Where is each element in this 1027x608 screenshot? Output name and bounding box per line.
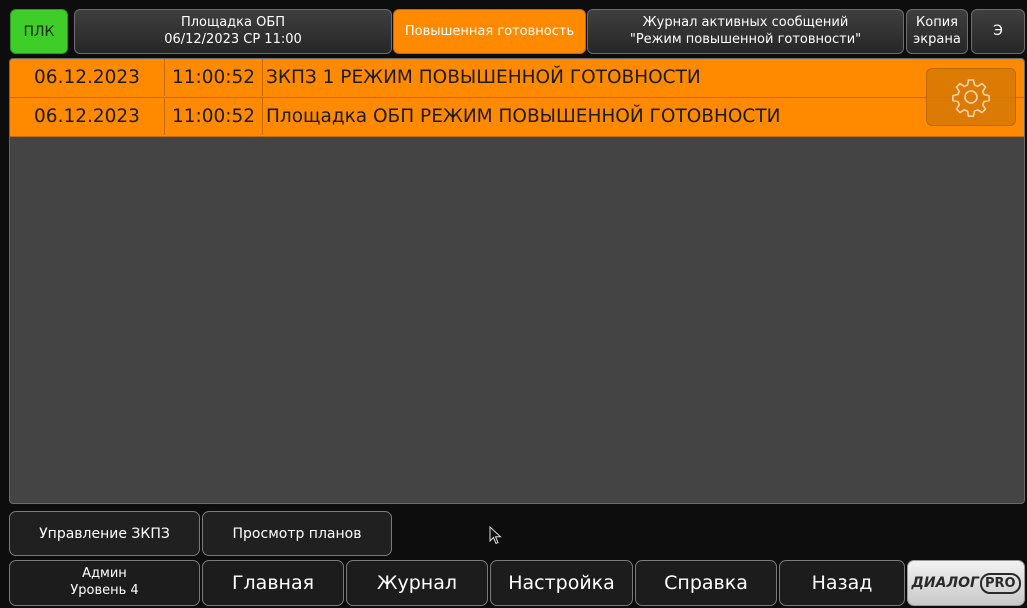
message-row[interactable]: 06.12.2023 11:00:52 Площадка ОБП РЕЖИМ П… <box>10 98 1024 137</box>
site-name: Площадка ОБП <box>180 15 286 31</box>
language-button[interactable]: Э <box>971 9 1025 54</box>
view-plans-button[interactable]: Просмотр планов <box>202 511 392 556</box>
mouse-cursor-icon <box>489 526 502 545</box>
journal-title-line2: "Режим повышенной готовности" <box>629 31 862 47</box>
journal-title-line1: Журнал активных сообщений <box>642 15 849 31</box>
plc-indicator[interactable]: ПЛК <box>10 9 68 54</box>
nav-settings-label: Настройка <box>508 571 615 594</box>
site-datetime: 06/12/2023 СР 11:00 <box>164 31 302 47</box>
language-label: Э <box>993 22 1003 39</box>
message-time: 11:00:52 <box>165 59 263 96</box>
status-badge[interactable]: Повышенная готовность <box>393 9 586 54</box>
zkpz-control-label: Управление ЗКПЗ <box>39 525 170 542</box>
journal-title: Журнал активных сообщений "Режим повышен… <box>587 9 904 54</box>
message-list: 06.12.2023 11:00:52 ЗКПЗ 1 РЕЖИМ ПОВЫШЕН… <box>9 58 1025 504</box>
screenshot-label-line2: экрана <box>913 31 961 47</box>
dialog-pro-logo: ДИАЛОГ PRO <box>907 560 1025 606</box>
user-name: Админ <box>82 566 127 582</box>
user-info[interactable]: Админ Уровень 4 <box>9 560 200 606</box>
user-level: Уровень 4 <box>70 583 139 598</box>
nav-journal-button[interactable]: Журнал <box>346 560 488 606</box>
message-text: ЗКПЗ 1 РЕЖИМ ПОВЫШЕННОЙ ГОТОВНОСТИ <box>266 67 701 88</box>
message-row[interactable]: 06.12.2023 11:00:52 ЗКПЗ 1 РЕЖИМ ПОВЫШЕН… <box>10 59 1024 98</box>
message-text: Площадка ОБП РЕЖИМ ПОВЫШЕННОЙ ГОТОВНОСТИ <box>266 106 781 127</box>
screenshot-label-line1: Копия <box>916 15 958 31</box>
plc-label: ПЛК <box>23 23 55 40</box>
message-date: 06.12.2023 <box>10 59 165 96</box>
site-info[interactable]: Площадка ОБП 06/12/2023 СР 11:00 <box>74 9 392 54</box>
nav-main-label: Главная <box>231 571 315 594</box>
zkpz-control-button[interactable]: Управление ЗКПЗ <box>9 511 200 556</box>
logo-badge: PRO <box>979 572 1021 594</box>
nav-back-label: Назад <box>811 571 873 594</box>
logo-text: ДИАЛОГ <box>911 575 979 591</box>
nav-main-button[interactable]: Главная <box>202 560 344 606</box>
status-label: Повышенная готовность <box>404 24 575 39</box>
nav-back-button[interactable]: Назад <box>779 560 905 606</box>
message-time: 11:00:52 <box>165 98 263 135</box>
view-plans-label: Просмотр планов <box>232 525 362 542</box>
message-date: 06.12.2023 <box>10 98 165 135</box>
nav-settings-button[interactable]: Настройка <box>490 560 633 606</box>
gear-icon <box>952 79 990 117</box>
nav-help-label: Справка <box>664 571 748 594</box>
nav-journal-label: Журнал <box>377 571 457 594</box>
screenshot-button[interactable]: Копия экрана <box>906 9 968 54</box>
settings-button[interactable] <box>926 68 1016 126</box>
nav-help-button[interactable]: Справка <box>635 560 777 606</box>
